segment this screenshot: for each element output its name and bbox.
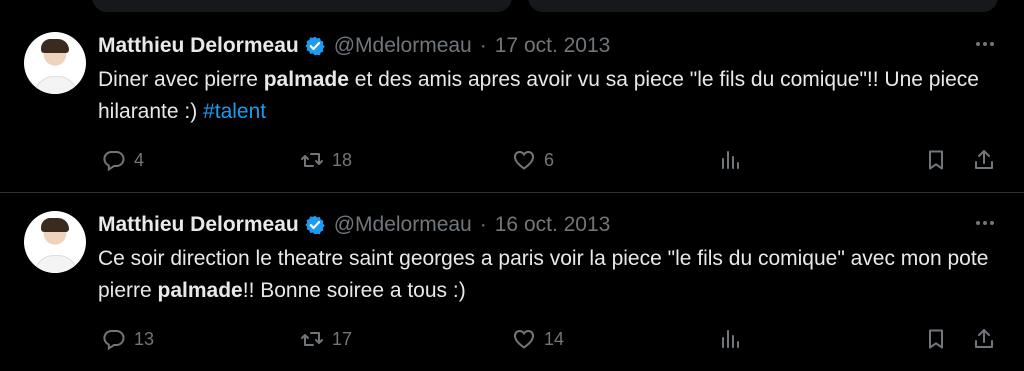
tweet-text: Diner avec pierre palmade et des amis ap…	[98, 64, 998, 128]
more-icon[interactable]	[976, 36, 998, 52]
heart-icon	[513, 150, 535, 170]
author-handle[interactable]: @Mdelormeau	[334, 34, 472, 58]
avatar-hair	[41, 39, 69, 53]
tweet-text-part: !! Bonne soiree a tous :)	[242, 279, 466, 302]
retweet-icon	[301, 332, 323, 346]
avatar-hair	[41, 218, 69, 232]
tweet-actions: 4 18 6	[98, 144, 998, 176]
retweet-button[interactable]: 18	[300, 144, 352, 176]
reply-count: 4	[134, 149, 145, 170]
tweet-text: Ce soir direction le theatre saint georg…	[98, 243, 998, 307]
author-handle[interactable]: @Mdelormeau	[334, 213, 472, 237]
reply-icon	[103, 150, 125, 172]
bookmark-button[interactable]	[924, 323, 948, 355]
header-separator: ·	[479, 213, 487, 236]
tweet-actions: 13 17 14	[98, 323, 998, 355]
share-button[interactable]	[972, 323, 996, 355]
tweet-text-part: Diner avec pierre	[98, 68, 264, 91]
tweet-date[interactable]: 17 oct. 2013	[495, 34, 611, 58]
top-bar	[0, 0, 1024, 14]
tweet-header: Matthieu Delormeau @Mdelormeau · 17 oct.…	[98, 32, 610, 60]
share-button[interactable]	[972, 144, 996, 176]
reply-button[interactable]: 13	[102, 323, 154, 355]
tweet-date[interactable]: 16 oct. 2013	[495, 213, 611, 237]
tweet-text-bold: palmade	[157, 279, 243, 302]
bookmark-icon	[929, 150, 943, 170]
retweet-button[interactable]: 17	[300, 323, 352, 355]
retweet-count: 17	[332, 328, 353, 349]
verified-badge-icon	[304, 215, 325, 235]
avatar[interactable]	[24, 211, 86, 273]
like-button[interactable]: 6	[512, 144, 554, 176]
hashtag-link[interactable]: #talent	[203, 100, 266, 123]
share-icon	[975, 329, 993, 348]
bookmark-icon	[929, 329, 943, 349]
reply-icon	[103, 329, 125, 351]
more-icon[interactable]	[976, 215, 998, 231]
top-tab-right[interactable]	[528, 0, 998, 12]
author-name[interactable]: Matthieu Delormeau	[98, 34, 299, 58]
retweet-count: 18	[332, 149, 353, 170]
author-name[interactable]: Matthieu Delormeau	[98, 213, 299, 237]
share-icon	[975, 150, 993, 169]
tweet-card[interactable]: Matthieu Delormeau @Mdelormeau · 17 oct.…	[0, 14, 1024, 193]
reply-count: 13	[134, 328, 155, 349]
top-tab-left[interactable]	[92, 0, 512, 12]
verified-badge-icon	[304, 36, 325, 56]
retweet-icon	[301, 153, 323, 167]
views-button[interactable]	[718, 144, 742, 176]
tweet-text-bold: palmade	[263, 68, 349, 91]
reply-button[interactable]: 4	[102, 144, 144, 176]
views-button[interactable]	[718, 323, 742, 355]
heart-icon	[513, 329, 535, 349]
tweet-header: Matthieu Delormeau @Mdelormeau · 16 oct.…	[98, 211, 610, 239]
avatar-shirt	[34, 255, 78, 273]
avatar[interactable]	[24, 32, 86, 94]
avatar-shirt	[34, 76, 78, 94]
like-count: 14	[544, 328, 565, 349]
header-separator: ·	[479, 34, 487, 57]
views-icon	[722, 330, 739, 348]
like-button[interactable]: 14	[512, 323, 564, 355]
bookmark-button[interactable]	[924, 144, 948, 176]
views-icon	[722, 151, 739, 169]
tweet-card[interactable]: Matthieu Delormeau @Mdelormeau · 16 oct.…	[0, 193, 1024, 371]
like-count: 6	[544, 149, 555, 170]
